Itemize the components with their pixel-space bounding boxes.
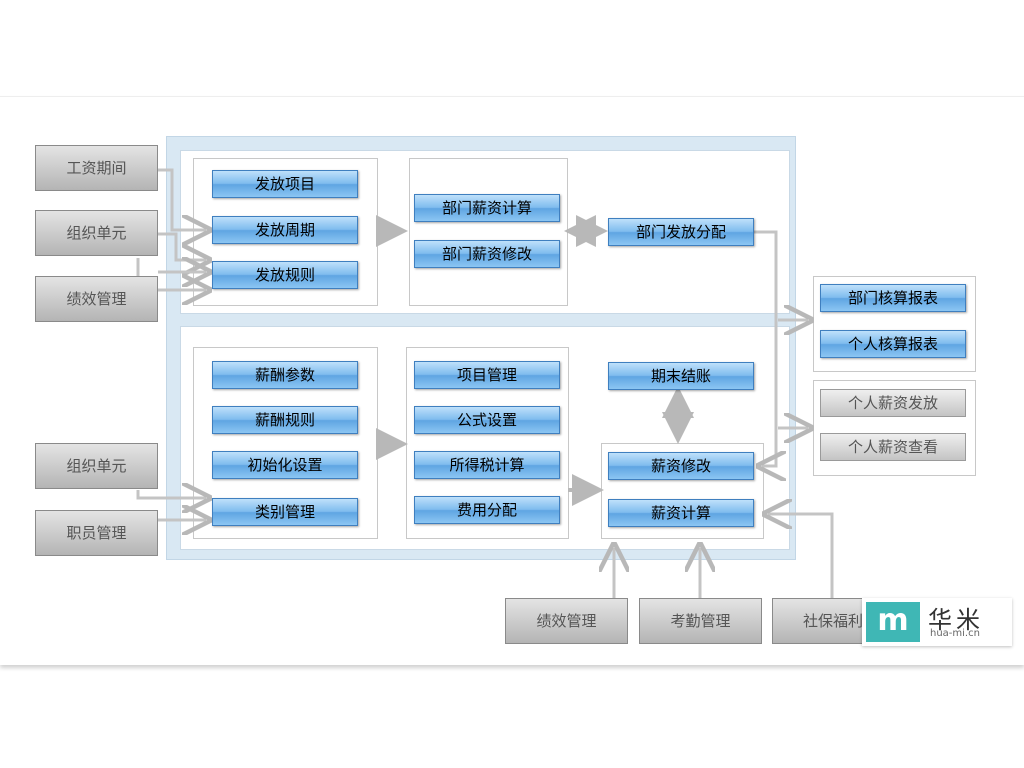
node-personal-view[interactable]: 个人薪资查看 xyxy=(820,433,966,461)
input-performance-mgmt[interactable]: 绩效管理 xyxy=(35,276,158,322)
node-personal-pay[interactable]: 个人薪资发放 xyxy=(820,389,966,417)
node-formula-settings[interactable]: 公式设置 xyxy=(414,406,560,434)
input-org-unit[interactable]: 组织单元 xyxy=(35,210,158,256)
node-salary-calc[interactable]: 薪资计算 xyxy=(608,499,754,527)
node-item-mgmt[interactable]: 项目管理 xyxy=(414,361,560,389)
node-comp-params[interactable]: 薪酬参数 xyxy=(212,361,358,389)
node-category-mgmt[interactable]: 类别管理 xyxy=(212,498,358,526)
node-cost-allocation[interactable]: 费用分配 xyxy=(414,496,560,524)
node-pay-rules[interactable]: 发放规则 xyxy=(212,261,358,289)
node-income-tax-calc[interactable]: 所得税计算 xyxy=(414,451,560,479)
input-performance-mgmt-2[interactable]: 绩效管理 xyxy=(505,598,628,644)
node-dept-allocation[interactable]: 部门发放分配 xyxy=(608,218,754,246)
node-pay-cycle[interactable]: 发放周期 xyxy=(212,216,358,244)
hua-mi-logo: m 华米 hua-mi.cn xyxy=(862,598,1012,646)
input-attendance-mgmt[interactable]: 考勤管理 xyxy=(639,598,762,644)
node-dept-salary-calc[interactable]: 部门薪资计算 xyxy=(414,194,560,222)
node-dept-report[interactable]: 部门核算报表 xyxy=(820,284,966,312)
input-staff-mgmt[interactable]: 职员管理 xyxy=(35,510,158,556)
node-period-close[interactable]: 期末结账 xyxy=(608,362,754,390)
logo-url-text: hua-mi.cn xyxy=(930,628,980,639)
node-personal-report[interactable]: 个人核算报表 xyxy=(820,330,966,358)
logo-mark-icon: m xyxy=(866,602,920,642)
input-org-unit-2[interactable]: 组织单元 xyxy=(35,443,158,489)
node-dept-salary-edit[interactable]: 部门薪资修改 xyxy=(414,240,560,268)
node-comp-rules[interactable]: 薪酬规则 xyxy=(212,406,358,434)
input-pay-period[interactable]: 工资期间 xyxy=(35,145,158,191)
node-pay-items[interactable]: 发放项目 xyxy=(212,170,358,198)
node-salary-edit[interactable]: 薪资修改 xyxy=(608,452,754,480)
node-init-settings[interactable]: 初始化设置 xyxy=(212,451,358,479)
